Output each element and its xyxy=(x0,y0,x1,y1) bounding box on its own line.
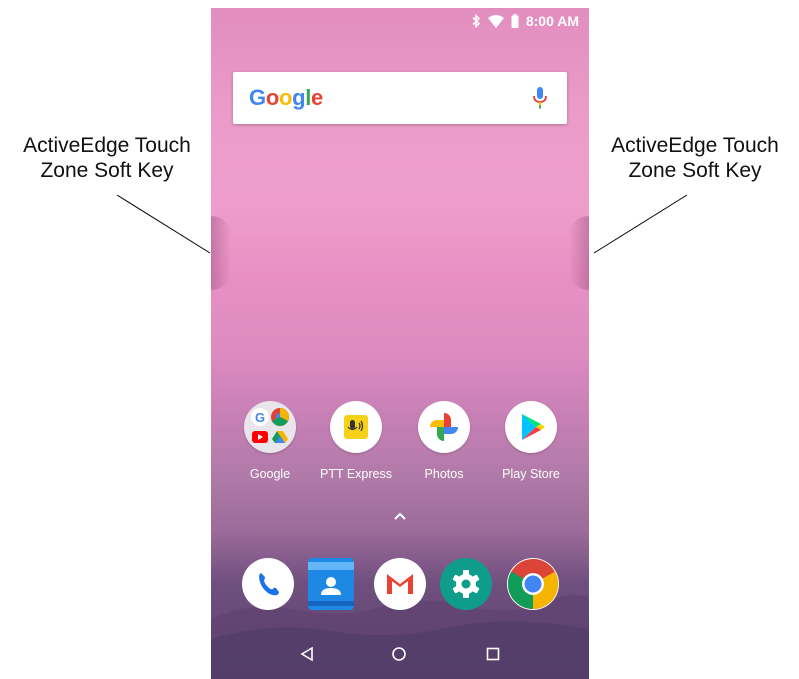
logo-letter: G xyxy=(249,85,266,110)
phone-icon[interactable] xyxy=(242,558,294,610)
callout-right-line2: Zone Soft Key xyxy=(628,159,762,182)
app-label: Photos xyxy=(424,467,464,481)
app-photos[interactable]: Photos xyxy=(401,401,487,481)
bluetooth-icon xyxy=(471,14,481,28)
callout-left-line2: Zone Soft Key xyxy=(40,159,174,182)
settings-icon[interactable] xyxy=(440,558,492,610)
ptt-express-icon xyxy=(330,401,382,453)
back-button[interactable] xyxy=(299,646,315,667)
google-search-bar[interactable]: Google xyxy=(233,72,567,124)
photos-icon xyxy=(418,401,470,453)
google-logo: Google xyxy=(249,85,323,111)
phone-screen: 8:00 AM Google G Google PTT Express Phot… xyxy=(211,8,589,679)
callout-left: ActiveEdge Touch Zone Soft Key xyxy=(4,133,210,183)
app-label: PTT Express xyxy=(319,467,392,481)
wifi-icon xyxy=(487,14,504,28)
callout-right: ActiveEdge Touch Zone Soft Key xyxy=(592,133,798,183)
activeedge-left-touch-zone[interactable] xyxy=(211,216,231,290)
contacts-icon[interactable] xyxy=(308,558,354,610)
leader-line-right xyxy=(593,194,688,254)
callout-right-line1: ActiveEdge Touch xyxy=(611,134,779,157)
gmail-icon[interactable] xyxy=(374,558,426,610)
google-folder-icon: G xyxy=(244,401,296,453)
app-google-folder[interactable]: G Google xyxy=(227,401,313,481)
status-time: 8:00 AM xyxy=(525,13,579,29)
home-button[interactable] xyxy=(391,646,407,667)
recents-button[interactable] xyxy=(485,646,501,667)
battery-icon xyxy=(511,14,519,28)
app-label: Google xyxy=(249,467,291,481)
activeedge-right-touch-zone[interactable] xyxy=(569,216,589,290)
navigation-bar xyxy=(211,631,589,679)
logo-letter: o xyxy=(278,85,293,110)
leader-line-left xyxy=(116,194,211,254)
play-store-icon xyxy=(505,401,557,453)
dock xyxy=(211,558,589,618)
status-bar: 8:00 AM xyxy=(211,8,589,34)
logo-letter: g xyxy=(292,85,306,110)
logo-letter: e xyxy=(311,85,323,110)
app-play-store[interactable]: Play Store xyxy=(488,401,574,481)
app-ptt-express[interactable]: PTT Express xyxy=(313,401,399,481)
chrome-icon[interactable] xyxy=(507,558,559,610)
callout-left-line1: ActiveEdge Touch xyxy=(23,134,191,157)
app-label: Play Store xyxy=(502,467,560,481)
home-apps-row: G Google PTT Express Photos Play Store xyxy=(211,401,589,491)
mic-icon[interactable] xyxy=(533,87,547,114)
svg-text:G: G xyxy=(255,410,265,425)
app-drawer-chevron-up-icon[interactable] xyxy=(392,508,408,526)
logo-letter: o xyxy=(265,85,279,110)
